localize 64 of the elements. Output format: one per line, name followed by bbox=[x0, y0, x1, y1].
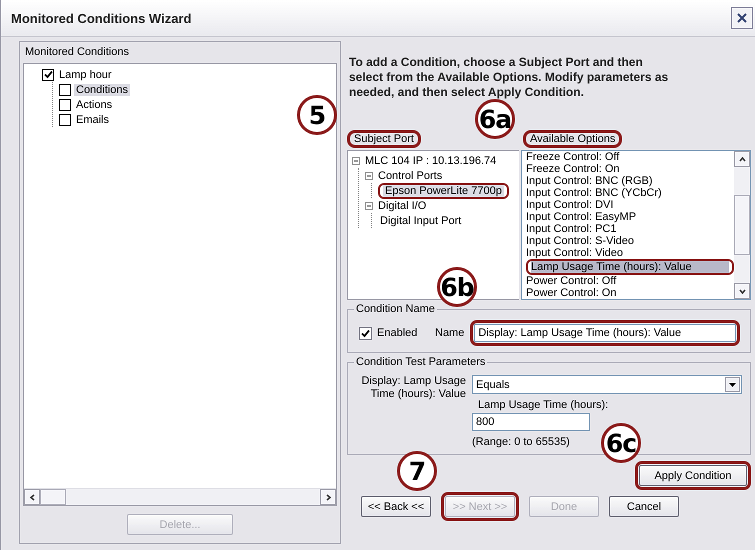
list-item[interactable]: Input Control: BNC (RGB) bbox=[526, 175, 734, 187]
tree-item[interactable]: Epson PowerLite 7700p bbox=[383, 184, 504, 196]
instruction-text: To add a Condition, choose a Subject Port and then select from the Available Options. Modify parameters as needed, and then select Apply Condition. bbox=[349, 55, 670, 100]
list-item[interactable]: Input Control: DVI bbox=[526, 199, 734, 211]
apply-condition-button[interactable]: Apply Condition bbox=[639, 465, 747, 486]
arrow-down-icon bbox=[738, 286, 746, 296]
window-title: Monitored Conditions Wizard bbox=[11, 10, 192, 26]
close-icon bbox=[736, 12, 748, 24]
horizontal-scrollbar[interactable] bbox=[24, 488, 336, 505]
name-label: Name bbox=[435, 327, 464, 339]
collapse-icon[interactable] bbox=[365, 172, 373, 180]
group-label: Monitored Conditions bbox=[24, 45, 130, 60]
arrow-up-icon bbox=[738, 154, 746, 164]
available-options-label: Available Options bbox=[530, 133, 616, 145]
list-item[interactable]: Input Control: BNC (YCbCr) bbox=[526, 187, 734, 199]
close-button[interactable] bbox=[731, 7, 753, 29]
tree-item[interactable]: Emails bbox=[74, 114, 112, 126]
tree-item[interactable]: Digital Input Port bbox=[378, 214, 464, 226]
group-label: Condition Test Parameters bbox=[354, 356, 488, 368]
vertical-scrollbar[interactable] bbox=[734, 151, 750, 299]
arrow-right-icon bbox=[324, 492, 332, 502]
checkbox[interactable] bbox=[359, 326, 372, 340]
list-item[interactable]: Input Control: PC1 bbox=[526, 223, 734, 235]
scroll-down-button[interactable] bbox=[734, 283, 750, 299]
collapse-icon[interactable] bbox=[352, 156, 360, 164]
list-item[interactable]: Power Control: On bbox=[526, 287, 734, 299]
tree-item[interactable]: Digital I/O bbox=[376, 200, 428, 212]
checkbox[interactable] bbox=[59, 114, 71, 126]
step-callout: 6a bbox=[475, 99, 515, 139]
scroll-left-button[interactable] bbox=[24, 489, 40, 505]
checkbox[interactable] bbox=[59, 98, 71, 110]
enabled-label: Enabled bbox=[377, 327, 418, 339]
wizard-nav-button[interactable]: Cancel bbox=[609, 496, 679, 517]
list-item[interactable]: Input Control: Video bbox=[526, 247, 734, 259]
tree-item[interactable]: Control Ports bbox=[376, 170, 444, 182]
checkbox[interactable] bbox=[59, 84, 71, 96]
scroll-up-button[interactable] bbox=[734, 151, 750, 167]
parameter-label: Display: Lamp Usage Time (hours): Value bbox=[360, 375, 466, 402]
group-label: Condition Name bbox=[354, 303, 437, 315]
list-item[interactable]: Input Control: S-Video bbox=[526, 235, 734, 247]
list-item[interactable]: Power Control: Off bbox=[526, 275, 734, 287]
value-label: Lamp Usage Time (hours): bbox=[477, 399, 608, 411]
list-item[interactable]: Freeze Control: On bbox=[526, 163, 734, 175]
scroll-thumb[interactable] bbox=[40, 489, 66, 505]
arrow-left-icon bbox=[28, 492, 36, 502]
scroll-thumb[interactable] bbox=[734, 195, 750, 255]
tree-item[interactable]: Lamp hour bbox=[57, 68, 114, 80]
tree-item[interactable]: Conditions bbox=[74, 84, 130, 96]
list-item[interactable]: Lamp Usage Time (hours): Value bbox=[531, 261, 729, 273]
subject-port-label: Subject Port bbox=[354, 133, 414, 145]
collapse-icon[interactable] bbox=[365, 202, 373, 210]
step-callout: 6c bbox=[601, 423, 641, 463]
scroll-right-button[interactable] bbox=[320, 489, 336, 505]
wizard-nav-button[interactable]: << Back << bbox=[361, 496, 431, 517]
checkbox[interactable] bbox=[42, 68, 54, 80]
operator-dropdown[interactable]: Equals bbox=[472, 375, 742, 394]
list-item[interactable]: Freeze Control: Off bbox=[526, 151, 734, 163]
list-item[interactable]: Input Control: EasyMP bbox=[526, 211, 734, 223]
value-field[interactable]: 800 bbox=[472, 413, 590, 431]
range-text: (Range: 0 to 65535) bbox=[472, 436, 570, 448]
tree-item[interactable]: Actions bbox=[74, 98, 114, 110]
tree-item[interactable]: MLC 104 IP : 10.13.196.74 bbox=[363, 154, 498, 166]
name-field[interactable]: Display: Lamp Usage Time (hours): Value bbox=[474, 324, 736, 342]
step-callout: 7 bbox=[397, 451, 437, 491]
